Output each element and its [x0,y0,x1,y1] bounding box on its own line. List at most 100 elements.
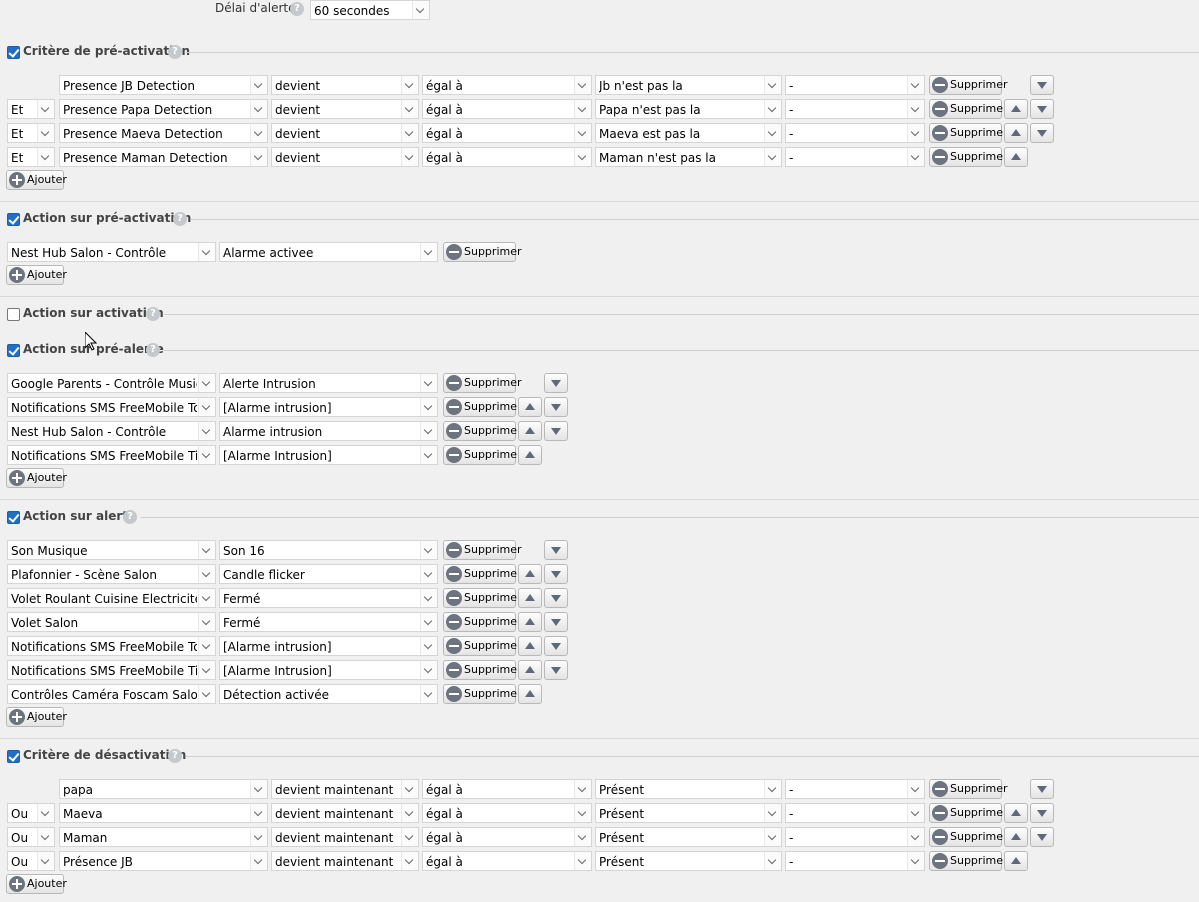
pre-activation-action-checkbox[interactable] [7,213,20,226]
delete-button[interactable]: Supprimer [929,803,1008,823]
extra-select[interactable]: - [785,75,925,95]
delete-button[interactable]: Supprimer [443,445,522,465]
trigger-select[interactable]: devient maintenant [271,779,419,799]
command-select[interactable]: Présence JB [59,851,268,871]
delete-button[interactable]: Supprimer [443,421,522,441]
add-button[interactable]: Ajouter [6,265,67,285]
device-select[interactable]: Volet Roulant Cuisine Electricite [7,588,216,608]
delete-button[interactable]: Supprimer [443,564,522,584]
trigger-select[interactable]: devient [271,147,419,167]
device-select[interactable]: Notifications SMS FreeMobile Titia [7,660,216,680]
add-button[interactable]: Ajouter [6,707,67,727]
extra-select[interactable]: - [785,851,925,871]
move-up-button[interactable] [518,636,542,656]
delete-button[interactable]: Supprimer [443,588,522,608]
value-select[interactable]: Jb n'est pas la [595,75,782,95]
move-down-button[interactable] [1030,803,1054,823]
command-select[interactable]: Presence Maeva Detection [59,123,268,143]
delete-button[interactable]: Supprimer [929,99,1008,119]
delete-button[interactable]: Supprimer [929,147,1008,167]
device-select[interactable]: Plafonnier - Scène Salon [7,564,216,584]
action-value-select[interactable]: Alarme intrusion [219,421,438,441]
delete-button[interactable]: Supprimer [443,684,522,704]
logic-operator-select[interactable]: Et [7,147,55,167]
move-down-button[interactable] [1030,827,1054,847]
value-select[interactable]: Présent [595,851,782,871]
move-up-button[interactable] [1004,827,1028,847]
move-up-button[interactable] [518,421,542,441]
comparison-select[interactable]: égal à [422,803,592,823]
action-value-select[interactable]: Fermé [219,588,438,608]
command-select[interactable]: Maeva [59,803,268,823]
move-down-button[interactable] [544,564,568,584]
pre-activation-criteria-checkbox[interactable] [7,46,20,59]
trigger-select[interactable]: devient maintenant [271,827,419,847]
delete-button[interactable]: Supprimer [443,373,522,393]
move-up-button[interactable] [518,660,542,680]
move-down-button[interactable] [544,588,568,608]
logic-operator-select[interactable]: Ou [7,827,55,847]
value-select[interactable]: Papa n'est pas la [595,99,782,119]
action-value-select[interactable]: [Alarme intrusion] [219,397,438,417]
pre-alert-action-checkbox[interactable] [7,344,20,357]
device-select[interactable]: Nest Hub Salon - Contrôle [7,242,216,262]
move-down-button[interactable] [544,373,568,393]
command-select[interactable]: Maman [59,827,268,847]
move-down-button[interactable] [544,636,568,656]
extra-select[interactable]: - [785,99,925,119]
move-up-button[interactable] [518,612,542,632]
logic-operator-select[interactable]: Et [7,99,55,119]
move-up-button[interactable] [1004,99,1028,119]
device-select[interactable]: Contrôles Caméra Foscam Salon [7,684,216,704]
move-down-button[interactable] [1030,99,1054,119]
logic-operator-select[interactable]: Ou [7,803,55,823]
action-value-select[interactable]: Alerte Intrusion [219,373,438,393]
move-up-button[interactable] [518,588,542,608]
move-up-button[interactable] [518,397,542,417]
action-value-select[interactable]: Fermé [219,612,438,632]
action-value-select[interactable]: Candle flicker [219,564,438,584]
delete-button[interactable]: Supprimer [443,612,522,632]
move-down-button[interactable] [1030,123,1054,143]
move-down-button[interactable] [1030,75,1054,95]
delete-button[interactable]: Supprimer [443,242,522,262]
add-button[interactable]: Ajouter [6,170,67,190]
extra-select[interactable]: - [785,827,925,847]
delete-button[interactable]: Supprimer [443,397,522,417]
move-up-button[interactable] [1004,147,1028,167]
command-select[interactable]: Presence Papa Detection [59,99,268,119]
extra-select[interactable]: - [785,803,925,823]
delete-button[interactable]: Supprimer [929,827,1008,847]
delete-button[interactable]: Supprimer [443,540,522,560]
move-down-button[interactable] [544,421,568,441]
extra-select[interactable]: - [785,779,925,799]
comparison-select[interactable]: égal à [422,779,592,799]
value-select[interactable]: Présent [595,803,782,823]
command-select[interactable]: papa [59,779,268,799]
move-down-button[interactable] [544,397,568,417]
action-value-select[interactable]: Son 16 [219,540,438,560]
action-value-select[interactable]: [Alarme Intrusion] [219,660,438,680]
value-select[interactable]: Présent [595,779,782,799]
device-select[interactable]: Notifications SMS FreeMobile Titia [7,445,216,465]
trigger-select[interactable]: devient maintenant [271,803,419,823]
move-up-button[interactable] [518,445,542,465]
comparison-select[interactable]: égal à [422,75,592,95]
trigger-select[interactable]: devient [271,99,419,119]
device-select[interactable]: Son Musique [7,540,216,560]
activation-action-checkbox[interactable] [7,308,20,321]
value-select[interactable]: Maman n'est pas la [595,147,782,167]
move-down-button[interactable] [544,612,568,632]
device-select[interactable]: Google Parents - Contrôle Musique [7,373,216,393]
command-select[interactable]: Presence Maman Detection [59,147,268,167]
delete-button[interactable]: Supprimer [929,123,1008,143]
delete-button[interactable]: Supprimer [443,660,522,680]
move-up-button[interactable] [1004,851,1028,871]
alert-action-checkbox[interactable] [7,511,20,524]
value-select[interactable]: Présent [595,827,782,847]
add-button[interactable]: Ajouter [6,874,67,894]
deactivation-criteria-checkbox[interactable] [7,750,20,763]
extra-select[interactable]: - [785,123,925,143]
comparison-select[interactable]: égal à [422,827,592,847]
delete-button[interactable]: Supprimer [929,75,1008,95]
